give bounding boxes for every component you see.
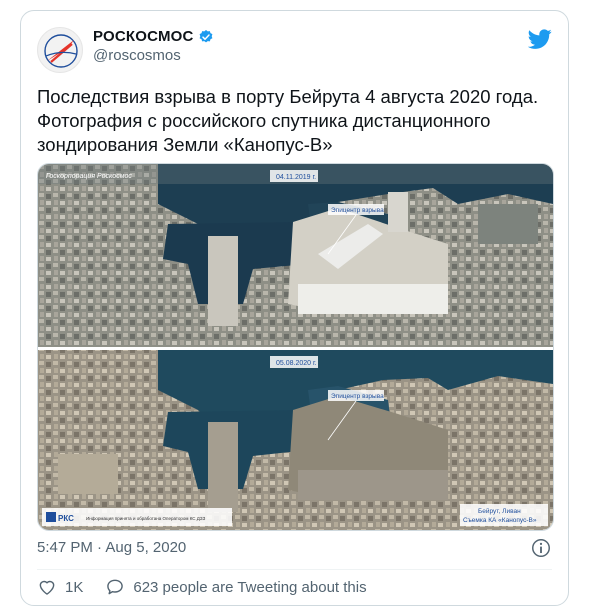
roscosmos-logo-icon bbox=[44, 34, 78, 68]
corporation-label: Госкорпорация Роскосмос bbox=[46, 173, 132, 180]
satellite-image[interactable]: Госкорпорация Роскосмос 04.11.2019 г. Эп… bbox=[37, 163, 554, 531]
tweet-text-line: Фотография с российского спутника дистан… bbox=[37, 110, 491, 155]
info-icon[interactable] bbox=[530, 537, 552, 559]
tweeting-about-text: 623 people are Tweeting about this bbox=[133, 578, 367, 596]
image-after: 05.08.2020 г. Эпицентр взрыва РКС Информ… bbox=[38, 350, 553, 530]
like-count: 1K bbox=[65, 578, 84, 596]
tweet-card: РОСКОСМОС @roscosmos Последствия взрыва … bbox=[20, 10, 569, 606]
date-after: 05.08.2020 г. bbox=[276, 360, 317, 367]
like-button[interactable]: 1K bbox=[37, 577, 83, 597]
image-before: Госкорпорация Роскосмос 04.11.2019 г. Эп… bbox=[38, 164, 553, 347]
timestamp[interactable]: 5:47 PM · Aug 5, 2020 bbox=[37, 539, 186, 556]
satellite-comparison-image: Госкорпорация Роскосмос 04.11.2019 г. Эп… bbox=[38, 164, 553, 530]
date-before: 04.11.2019 г. bbox=[276, 174, 316, 181]
verified-badge-icon bbox=[199, 29, 212, 42]
footer-satellite: Съемка КА «Канопус-В» bbox=[463, 517, 537, 524]
heart-icon bbox=[39, 580, 55, 595]
epicenter-label-before: Эпицентр взрыва bbox=[331, 207, 384, 214]
footer-location: Бейрут, Ливан bbox=[478, 507, 521, 515]
epicenter-label-after: Эпицентр взрыва bbox=[331, 393, 384, 400]
handle[interactable]: @roscosmos bbox=[93, 47, 214, 64]
tweet-text: Последствия взрыва в порту Бейрута 4 авг… bbox=[37, 85, 552, 157]
divider bbox=[37, 569, 552, 570]
author-block[interactable]: РОСКОСМОС @roscosmos bbox=[93, 28, 214, 64]
tweet-text-line: Последствия взрыва в порту Бейрута 4 авг… bbox=[37, 86, 539, 107]
avatar[interactable] bbox=[37, 27, 83, 73]
footer-left-text: Информация принята и обработана Оператор… bbox=[86, 516, 206, 521]
rks-logo: РКС bbox=[58, 514, 74, 523]
twitter-bird-icon[interactable] bbox=[528, 27, 552, 51]
comment-icon bbox=[107, 579, 124, 595]
display-name[interactable]: РОСКОСМОС bbox=[93, 28, 194, 45]
tweeting-about-link[interactable]: 623 people are Tweeting about this bbox=[105, 577, 367, 597]
action-bar: 1K 623 people are Tweeting about this bbox=[37, 577, 367, 597]
